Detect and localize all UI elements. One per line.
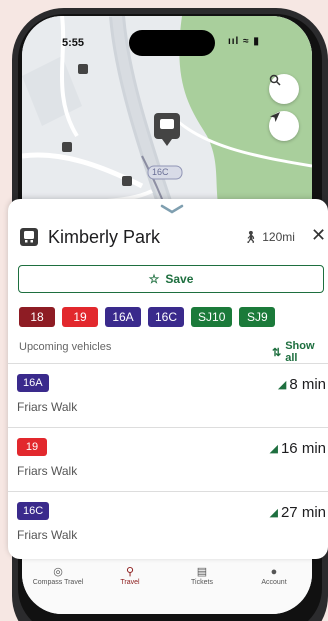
vehicle-destination: Friars Walk — [17, 528, 78, 542]
walking-icon: 🚶︎ — [243, 230, 259, 244]
vehicle-route-chip: 19 — [17, 438, 47, 456]
save-button[interactable]: ☆ Save — [18, 265, 324, 293]
map-locate-button[interactable] — [269, 111, 299, 141]
vehicle-destination: Friars Walk — [17, 464, 78, 478]
eta-value: 27 min — [280, 504, 326, 521]
route-chip[interactable]: SJ9 — [239, 307, 276, 327]
map-search-button[interactable] — [269, 74, 299, 104]
stop-distance: 🚶︎ 120mi — [243, 230, 295, 244]
show-all-label: Show all — [285, 340, 315, 364]
route-chip[interactable]: 18 — [19, 307, 55, 327]
search-icon — [269, 74, 281, 86]
route-chip[interactable]: 16A — [105, 307, 141, 327]
live-signal-icon: ◢ — [269, 507, 278, 519]
star-icon: ☆ — [148, 272, 160, 286]
list-item[interactable]: 16A Friars Walk ◢ 8 min — [8, 363, 328, 427]
route-chip[interactable]: 19 — [62, 307, 98, 327]
tab-label: Travel — [120, 579, 140, 586]
eta-value: 8 min — [289, 376, 326, 393]
vehicle-destination: Friars Walk — [17, 400, 78, 414]
vehicle-list: 16A Friars Walk ◢ 8 min 19 Friars Walk ◢… — [8, 363, 328, 555]
stop-details-sheet: Kimberly Park 🚶︎ 120mi ✕ ☆ Save 18 19 16… — [8, 199, 328, 559]
vehicle-eta: ◢ 16 min — [270, 440, 327, 457]
live-signal-icon: ◢ — [269, 443, 278, 455]
vehicle-eta: ◢ 8 min — [278, 376, 326, 393]
ticket-icon: ▤ — [196, 566, 208, 578]
route-chip[interactable]: SJ10 — [191, 307, 233, 327]
compass-icon: ◎ — [53, 566, 63, 578]
stop-name: Kimberly Park — [48, 226, 161, 247]
list-item[interactable]: 19 Friars Walk ◢ 16 min — [8, 427, 328, 491]
status-bar: 5:55 ııl ≈ ▮ — [22, 16, 312, 56]
tab-account[interactable]: ● Account — [238, 565, 310, 586]
vehicle-route-chip: 16A — [17, 374, 49, 392]
status-time: 5:55 — [62, 37, 85, 49]
tab-label: Compass Travel — [32, 579, 84, 586]
stop-header: Kimberly Park 🚶︎ 120mi ✕ — [19, 224, 326, 250]
save-label: Save — [165, 272, 194, 286]
dynamic-island — [129, 30, 215, 56]
upcoming-heading: Upcoming vehicles — [19, 341, 112, 353]
close-button[interactable]: ✕ — [311, 225, 326, 246]
tab-travel[interactable]: ⚲ Travel — [94, 565, 166, 586]
tab-label: Tickets — [191, 579, 213, 586]
tab-bar: ◎ Compass Travel ⚲ Travel ▤ Tickets ● Ac… — [22, 556, 312, 614]
tab-tickets[interactable]: ▤ Tickets — [166, 565, 238, 586]
tab-label: Account — [261, 579, 287, 586]
bus-stop-icon — [20, 228, 38, 246]
map-route-label: 16C — [152, 167, 169, 177]
person-icon: ● — [270, 566, 278, 578]
pin-icon: ⚲ — [125, 566, 135, 578]
sort-icon: ⇅ — [272, 346, 282, 359]
vehicle-eta: ◢ 27 min — [270, 504, 327, 521]
list-item[interactable]: 16C Friars Walk ◢ 27 min — [8, 491, 328, 555]
chevron-down-icon[interactable] — [160, 204, 184, 214]
vehicle-route-chip: 16C — [17, 502, 50, 520]
show-all-button[interactable]: ⇅ Show all — [272, 340, 328, 364]
status-icons: ııl ≈ ▮ — [228, 36, 260, 47]
eta-value: 16 min — [280, 440, 326, 457]
tab-compass-travel[interactable]: ◎ Compass Travel — [22, 565, 94, 586]
distance-value: 120mi — [262, 230, 295, 244]
route-chip[interactable]: 16C — [148, 307, 185, 327]
route-chips: 18 19 16A 16C SJ10 SJ9 — [19, 307, 276, 327]
live-signal-icon: ◢ — [277, 379, 287, 391]
location-arrow-icon — [270, 112, 280, 122]
